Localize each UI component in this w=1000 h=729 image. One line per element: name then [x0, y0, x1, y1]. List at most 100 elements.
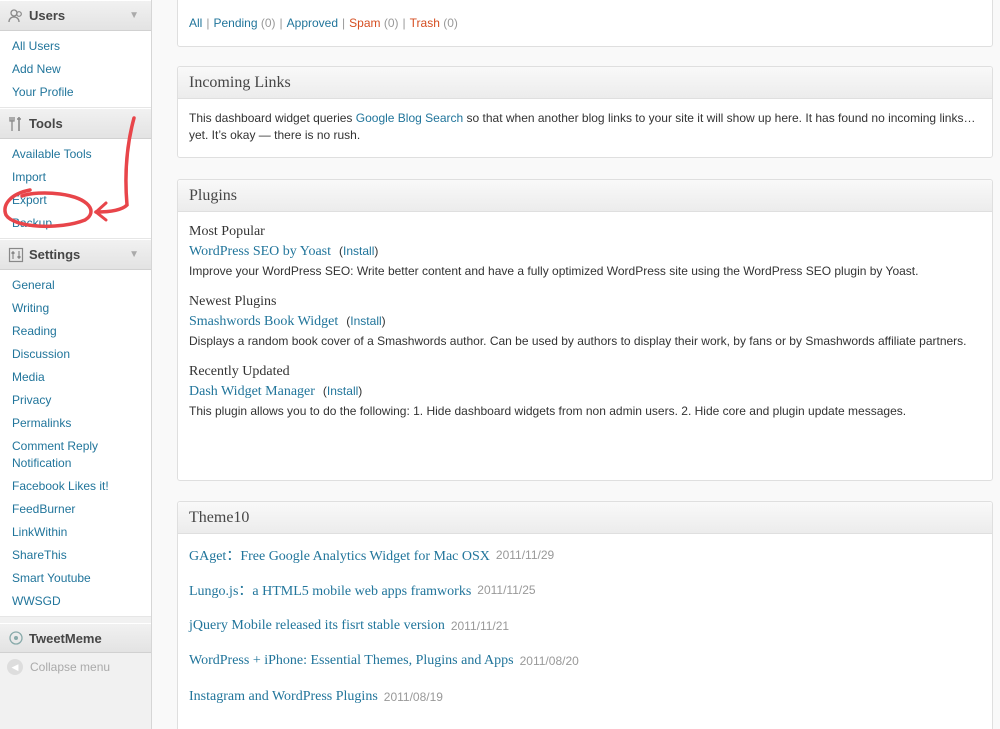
plugin-install: (Install) — [346, 314, 386, 328]
incoming-links-widget: Incoming Links This dashboard widget que… — [177, 66, 993, 158]
plugin-section: Newest Plugins Smashwords Book Widget (Ins… — [189, 294, 981, 350]
submenu-settings-feedburner[interactable]: FeedBurner — [0, 498, 151, 521]
collapse-menu-label: Collapse menu — [30, 660, 111, 674]
submenu-settings-privacy[interactable]: Privacy — [0, 389, 151, 412]
submenu-settings-facebook-likes-it[interactable]: Facebook Likes it! — [0, 475, 151, 498]
plugin-name-row: Dash Widget Manager (Install) — [189, 384, 981, 400]
plugin-install-link[interactable]: Install — [343, 244, 374, 258]
feed-item: Instagram and WordPress Plugins 2011/08/1… — [189, 679, 981, 715]
collapse-arrow-icon[interactable]: ▼ — [129, 249, 139, 260]
plugin-name-link[interactable]: Dash Widget Manager — [189, 384, 315, 399]
theme10-title[interactable]: Theme10 — [178, 502, 992, 534]
submenu-settings-sharethis[interactable]: ShareThis — [0, 544, 151, 567]
theme10-widget: Theme10 GAget：Free Google Analytics Widg… — [177, 501, 993, 729]
menu-users[interactable]: Users ▼ — [0, 0, 151, 31]
plugin-section: Most Popular WordPress SEO by Yoast (Insta… — [189, 224, 981, 280]
google-blog-search-link[interactable]: Google Blog Search — [356, 111, 463, 125]
filter-all[interactable]: All — [189, 16, 202, 30]
plugin-install: (Install) — [339, 244, 379, 258]
filter-spam[interactable]: Spam — [349, 16, 380, 30]
plugin-section: Recently Updated Dash Widget Manager (Inst… — [189, 364, 981, 420]
plugin-description: This plugin allows you to do the followi… — [189, 404, 907, 418]
feed-item-link[interactable]: Lungo.js：a HTML5 mobile web apps framwor… — [189, 580, 471, 600]
collapse-left-icon: ◀ — [7, 659, 23, 675]
plugin-name-link[interactable]: WordPress SEO by Yoast — [189, 244, 331, 259]
menu-users-label: Users — [29, 8, 66, 23]
plugin-install-link[interactable]: Install — [327, 384, 358, 398]
feed-item-date: 2011/08/19 — [383, 689, 443, 704]
submenu-settings-comment-reply-notification[interactable]: Comment Reply Notification — [0, 435, 151, 475]
feed-item-date: 2011/11/21 — [450, 618, 510, 633]
feed-item-date: 2011/11/29 — [495, 547, 555, 562]
pending-count: (0) — [260, 16, 276, 30]
submenu-backup[interactable]: Backup — [0, 212, 151, 235]
submenu-settings-reading[interactable]: Reading — [0, 320, 151, 343]
submenu-settings-wwsgd[interactable]: WWSGD — [0, 590, 151, 613]
filter-approved[interactable]: Approved — [287, 16, 338, 30]
dashboard-main: All | Pending (0) | Approved | Spam (0) | Trash … — [152, 0, 1000, 729]
submenu-all-users[interactable]: All Users — [0, 35, 151, 58]
plugin-install-link[interactable]: Install — [350, 314, 381, 328]
feed-item: Lungo.js：a HTML5 mobile web apps framwor… — [189, 573, 981, 609]
admin-sidebar: Users ▼ All Users Add New Your Profile T… — [0, 0, 152, 729]
plugin-description: Displays a random book cover of a Smashw… — [189, 334, 967, 348]
feed-item-link[interactable]: jQuery Mobile released its fisrt stable … — [189, 618, 445, 634]
plugins-widget: Plugins Most Popular WordPress SEO by Yoa… — [177, 179, 993, 481]
incoming-links-title[interactable]: Incoming Links — [178, 67, 992, 99]
feed-item-date: 2011/08/20 — [519, 654, 579, 669]
collapse-arrow-icon[interactable]: ▼ — [129, 10, 139, 21]
plugin-section-heading: Most Popular — [189, 224, 265, 239]
submenu-settings-linkwithin[interactable]: LinkWithin — [0, 521, 151, 544]
settings-icon — [7, 246, 24, 263]
plugins-body: Most Popular WordPress SEO by Yoast (Insta… — [178, 212, 992, 444]
plugin-description: Improve your WordPress SEO: Write better… — [189, 264, 919, 278]
feed-item-link[interactable]: Instagram and WordPress Plugins — [189, 689, 378, 705]
submenu-settings-permalinks[interactable]: Permalinks — [0, 412, 151, 435]
submenu-settings-smart-youtube[interactable]: Smart Youtube — [0, 567, 151, 590]
submenu-settings-writing[interactable]: Writing — [0, 297, 151, 320]
submenu-settings: General Writing Reading Discussion Media Priv… — [0, 270, 151, 617]
users-icon — [7, 7, 24, 24]
plugin-install: (Install) — [322, 384, 363, 398]
submenu-settings-general[interactable]: General — [0, 274, 151, 297]
filter-pending[interactable]: Pending — [213, 16, 257, 30]
submenu-add-new[interactable]: Add New — [0, 58, 151, 81]
menu-tweetmeme-label: TweetMeme — [29, 630, 102, 646]
tools-icon — [7, 115, 24, 132]
submenu-tools: Available Tools Import Export Backup — [0, 139, 151, 239]
comments-filter-bar: All | Pending (0) | Approved | Spam (0) | Trash … — [189, 16, 458, 30]
tweetmeme-icon — [7, 630, 24, 647]
menu-settings[interactable]: Settings ▼ — [0, 239, 151, 270]
recent-comments-widget: All | Pending (0) | Approved | Spam (0) | Trash … — [177, 0, 993, 47]
plugin-name-row: WordPress SEO by Yoast (Install) — [189, 244, 981, 260]
plugin-name-link[interactable]: Smashwords Book Widget — [189, 314, 338, 329]
submenu-export[interactable]: Export — [0, 189, 151, 212]
feed-item: jQuery Mobile released its fisrt stable … — [189, 608, 981, 644]
submenu-settings-discussion[interactable]: Discussion — [0, 343, 151, 366]
menu-tools[interactable]: Tools — [0, 108, 151, 139]
theme10-body: GAget：Free Google Analytics Widget for M… — [178, 534, 992, 725]
submenu-import[interactable]: Import — [0, 166, 151, 189]
submenu-available-tools[interactable]: Available Tools — [0, 143, 151, 166]
plugins-title[interactable]: Plugins — [178, 180, 992, 212]
plugin-name-row: Smashwords Book Widget (Install) — [189, 314, 981, 330]
submenu-settings-media[interactable]: Media — [0, 366, 151, 389]
collapse-menu-button[interactable]: ◀ Collapse menu — [0, 653, 151, 681]
trash-count: (0) — [443, 16, 458, 30]
menu-tweetmeme[interactable]: TweetMeme — [0, 623, 151, 653]
menu-tools-label: Tools — [29, 116, 63, 131]
filter-trash[interactable]: Trash — [410, 16, 440, 30]
submenu-users: All Users Add New Your Profile — [0, 31, 151, 108]
feed-item-link[interactable]: WordPress + iPhone: Essential Themes, Pl… — [189, 653, 514, 669]
feed-item: WordPress + iPhone: Essential Themes, Pl… — [189, 644, 981, 680]
spam-count: (0) — [383, 16, 399, 30]
plugin-section-heading: Newest Plugins — [189, 294, 277, 309]
incoming-links-body: This dashboard widget queries Google Blo… — [178, 99, 992, 154]
submenu-your-profile[interactable]: Your Profile — [0, 81, 151, 104]
feed-item-date: 2011/11/25 — [477, 583, 536, 598]
plugin-section-heading: Recently Updated — [189, 364, 290, 379]
feed-item: GAget：Free Google Analytics Widget for M… — [189, 537, 981, 573]
feed-item-link[interactable]: GAget：Free Google Analytics Widget for M… — [189, 545, 490, 565]
menu-settings-label: Settings — [29, 247, 81, 262]
incoming-links-text: This dashboard widget queries — [189, 111, 356, 125]
